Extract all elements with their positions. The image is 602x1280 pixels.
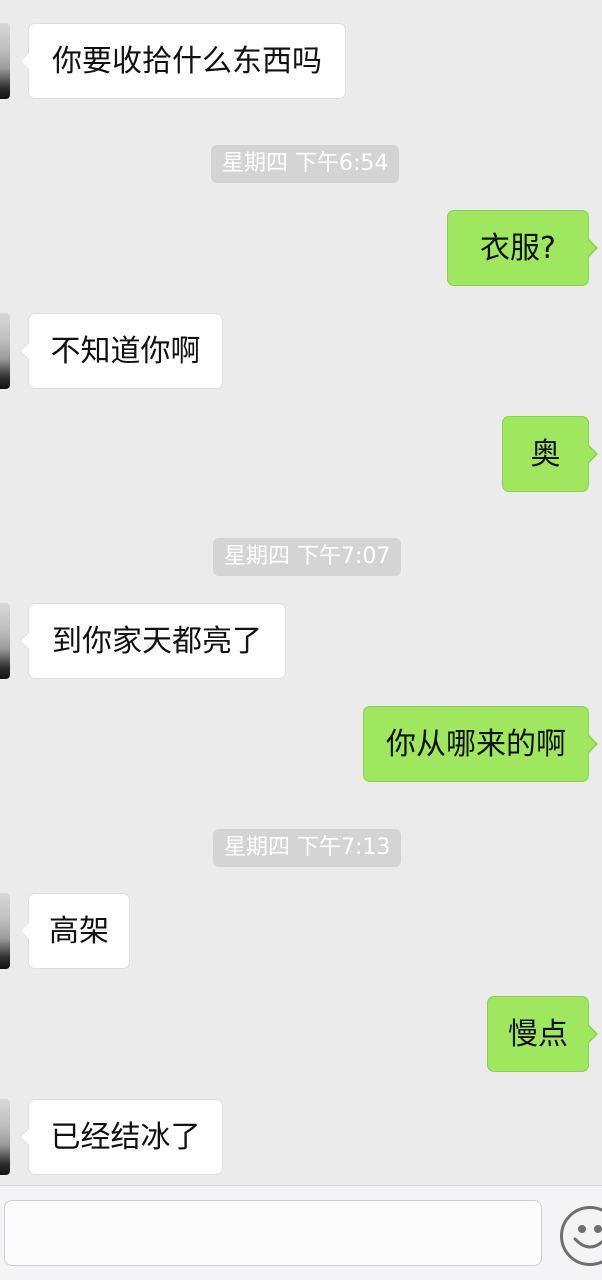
outgoing-message-bubble[interactable]: 慢点 [487, 996, 598, 1072]
incoming-message-bubble[interactable]: 已经结冰了 [20, 1099, 223, 1175]
incoming-message-bubble[interactable]: 高架 [20, 893, 130, 969]
timestamp-label: 星期四 下午6:54 [211, 145, 400, 183]
incoming-message-bubble[interactable]: 到你家天都亮了 [20, 603, 286, 679]
contact-avatar[interactable] [0, 893, 10, 969]
contact-avatar[interactable] [0, 313, 10, 389]
message-input[interactable] [4, 1200, 542, 1266]
outgoing-message-bubble[interactable]: 奥 [502, 416, 598, 492]
emoji-button[interactable] [560, 1206, 602, 1266]
outgoing-message-bubble[interactable]: 你从哪来的啊 [363, 706, 598, 782]
contact-avatar[interactable] [0, 1099, 10, 1175]
input-bar [0, 1185, 602, 1280]
contact-avatar[interactable] [0, 603, 10, 679]
emoji-smiley-icon [573, 1225, 602, 1249]
timestamp-label: 星期四 下午7:13 [213, 829, 402, 867]
chat-screen: 你要收拾什么东西吗 星期四 下午6:54 衣服? 不知道你啊 奥 星期四 下午7… [0, 0, 602, 1280]
contact-avatar[interactable] [0, 23, 10, 99]
timestamp-label: 星期四 下午7:07 [213, 538, 402, 576]
incoming-message-bubble[interactable]: 你要收拾什么东西吗 [20, 23, 346, 99]
outgoing-message-bubble[interactable]: 衣服? [447, 210, 598, 286]
incoming-message-bubble[interactable]: 不知道你啊 [20, 313, 223, 389]
